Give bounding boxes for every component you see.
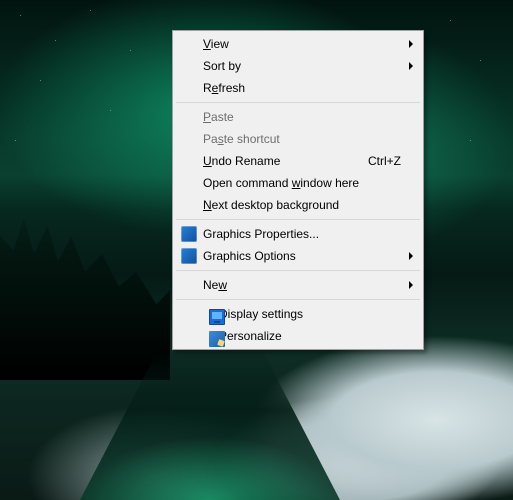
intel-graphics-icon (181, 248, 197, 264)
menu-label: Graphics Properties... (203, 227, 401, 241)
menu-item-sort-by[interactable]: Sort by (175, 55, 421, 77)
menu-label: Refresh (203, 81, 401, 95)
menu-separator (176, 219, 420, 220)
menu-item-new[interactable]: New (175, 274, 421, 296)
menu-item-refresh[interactable]: Refresh (175, 77, 421, 99)
menu-label: Display settings (219, 307, 401, 321)
menu-label: New (203, 278, 401, 292)
menu-item-undo-rename[interactable]: Undo Rename Ctrl+Z (175, 150, 421, 172)
menu-label: Open command window here (203, 176, 401, 190)
menu-separator (176, 299, 420, 300)
menu-item-view[interactable]: View (175, 33, 421, 55)
menu-label: Paste (203, 110, 401, 124)
chevron-right-icon (409, 281, 413, 289)
menu-item-paste-shortcut: Paste shortcut (175, 128, 421, 150)
menu-item-graphics-options[interactable]: Graphics Options (175, 245, 421, 267)
menu-shortcut: Ctrl+Z (368, 154, 401, 168)
intel-graphics-icon (181, 226, 197, 242)
menu-label: Personalize (219, 329, 401, 343)
menu-label: Next desktop background (203, 198, 401, 212)
menu-label: Undo Rename (203, 154, 356, 168)
desktop-context-menu: View Sort by Refresh Paste Paste shortcu… (172, 30, 424, 350)
menu-item-next-desktop-background[interactable]: Next desktop background (175, 194, 421, 216)
chevron-right-icon (409, 62, 413, 70)
menu-label: Paste shortcut (203, 132, 401, 146)
menu-label: View (203, 37, 401, 51)
desktop-background[interactable]: View Sort by Refresh Paste Paste shortcu… (0, 0, 513, 500)
menu-label: Graphics Options (203, 249, 401, 263)
display-icon (209, 309, 225, 325)
menu-item-open-command-window[interactable]: Open command window here (175, 172, 421, 194)
menu-item-display-settings[interactable]: Display settings (175, 303, 421, 325)
menu-item-graphics-properties[interactable]: Graphics Properties... (175, 223, 421, 245)
menu-separator (176, 102, 420, 103)
personalize-icon (209, 331, 225, 347)
chevron-right-icon (409, 252, 413, 260)
menu-item-paste: Paste (175, 106, 421, 128)
menu-item-personalize[interactable]: Personalize (175, 325, 421, 347)
chevron-right-icon (409, 40, 413, 48)
menu-label: Sort by (203, 59, 401, 73)
menu-separator (176, 270, 420, 271)
